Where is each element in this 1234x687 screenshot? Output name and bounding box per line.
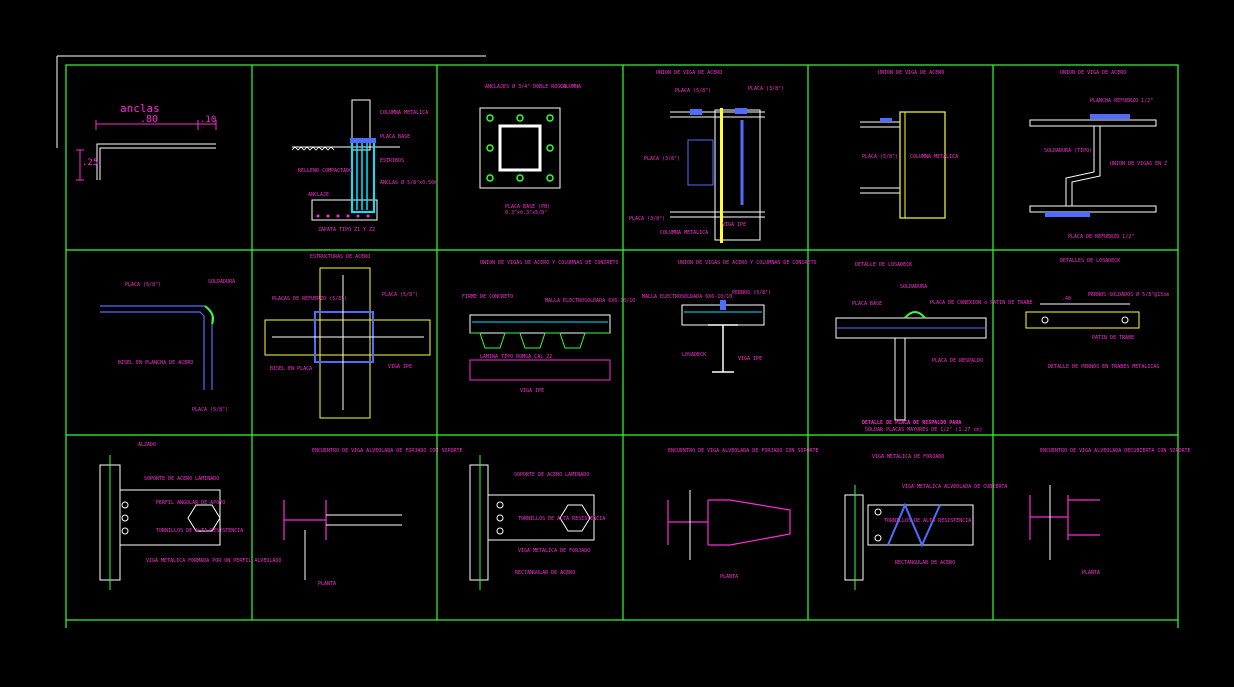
soporte-viga: VIGA METALICA DE FORJADO [518, 548, 590, 554]
soporte-tornillos: TORNILLOS DE ALTA RESISTENCIA [518, 516, 605, 522]
bisel-placa-top: PLACA (5/8") [125, 282, 161, 288]
planta3-title: ENCUENTRO DE VIGA ALVEOLADA DECUBIERTA C… [1040, 448, 1191, 454]
anclas-dim-80: .80 [140, 114, 158, 125]
detail-anclas: anclas .80 .10 .25 [76, 102, 217, 181]
planta3-label: PLANTA [1082, 570, 1100, 576]
cad-viewport[interactable]: anclas .80 .10 .25 COLUMNA METALICA PLAC… [0, 0, 1234, 683]
detail-viga-concreto-2: UNION DE VIGAS DE ACERO Y COLUMNAS DE CO… [642, 260, 816, 373]
resp-caption-2: SOLDAR PLACAS MAYORES DE 1/2" (1.27 cm) [865, 427, 982, 433]
detail-estructuras-acero: ESTRUCTURAS DE ACERO PLACAS DE REFUERZO … [264, 254, 431, 419]
detail-zapata: COLUMNA METALICA PLACA BASE ESTRIBOS REL… [291, 99, 437, 233]
alzado-viga: VIGA METALICA FORMADA POR UN PERFIL ALVE… [146, 558, 281, 564]
resp-title: DETALLE DE LOSADECK [855, 262, 912, 268]
vconc2-losadeck: LOSADECK [682, 352, 706, 358]
planta2-label: PLANTA [720, 574, 738, 580]
union1-placa-38b: PLACA (3/8") [644, 156, 680, 162]
unionz-placa: PLACA DE REFUERZO 1/2" [1068, 234, 1134, 240]
union1-placa-58: PLACA (5/8") [675, 88, 711, 94]
zapata-label-columna: COLUMNA METALICA [380, 110, 428, 116]
pernos-soldados: PERNOS SOLDADOS Ø 5/8"@15cm [1088, 291, 1169, 298]
unionz-label: UNION DE VIGAS EN Z [1110, 161, 1167, 167]
unionz-soldadura: SOLDADURA (TIPO) [1044, 148, 1092, 154]
alzado-title: ALZADO [138, 442, 156, 448]
detail-bisel-plancha: PLACA (5/8") SOLDADURA BISEL EN PLANCHA … [100, 279, 235, 413]
anclas-dim-10: .10 [200, 115, 216, 125]
detail-planta-1: ENCUENTRO DE VIGA ALVEOLADA DE FORJADO C… [283, 448, 463, 587]
bisel-bisel: BISEL EN PLANCHA DE ACERO [118, 360, 193, 366]
placa-dims: 0.3"x0.3"x5/8" [505, 210, 547, 216]
union2-columna: COLUMNA METALICA [910, 154, 958, 160]
resp-caption-1: DETALLE DE PLACA DE RESPALDO PARA [862, 420, 961, 426]
detail-viga-concreto-1: UNION DE VIGAS DE ACERO Y COLUMNAS DE CO… [462, 260, 635, 394]
estruct-title: ESTRUCTURAS DE ACERO [310, 254, 370, 260]
union1-columna: COLUMNA METALICA [660, 230, 708, 236]
union2-title: UNION DE VIGA DE ACERO [878, 70, 944, 76]
estruct-viga: VIGA IPE [388, 364, 412, 370]
estruct-refuerzo: PLACAS DE REFUERZO (5/8") [272, 296, 347, 302]
resp-soldadura: SOLDADURA [900, 284, 927, 290]
resp-respaldo: PLACA DE RESPALDO [932, 358, 983, 364]
unionz-plancha: PLANCHA REFUERZO 1/2" [1090, 98, 1153, 104]
pernos-patin: PATIN DE TRABE [1092, 335, 1134, 341]
vconc2-pernos: PERNOS (5/8") [732, 290, 771, 296]
detail-placa-respaldo: DETALLE DE LOSADECK SOLDADURA PLACA BASE… [835, 262, 1032, 433]
detail-alzado: ALZADO SOPORTE DE ACERO LAMINADO PERFIL … [99, 442, 281, 590]
placa-label-columna: COLUMNA [560, 84, 581, 90]
estruct-placa: PLACA (5/8") [382, 292, 418, 298]
vconc1-firme: FIRME DE CONCRETO [462, 294, 513, 300]
unionz-title: UNION DE VIGA DE ACERO [1060, 70, 1126, 76]
drawing-grid [65, 64, 1179, 628]
detail-placa-base: ANCLAJES Ø 3/4" DOBLE ROSCA COLUMNA PLAC… [479, 83, 581, 216]
pernos-caption: DETALLE DE PERNOS EN TRABES METALICAS [1048, 364, 1159, 370]
alzado-perfil: PERFIL ANGULAR DE APOYO [156, 500, 225, 506]
bisel-soldadura: SOLDADURA [208, 279, 235, 285]
zapata-title: ZAPATA TIPO Z1 Y Z2 [318, 227, 375, 233]
cubierta-viga-forjado: VIGA METALICA DE FORJADO [872, 454, 944, 460]
vconc1-viga: VIGA IPE [520, 388, 544, 394]
detail-planta-3: ENCUENTRO DE VIGA ALVEOLADA DECUBIERTA C… [1029, 448, 1191, 576]
detail-union-viga-1: UNION DE VIGA DE ACERO PLACA (5/8") PLAC… [629, 70, 784, 243]
detail-planta-2: ENCUENTRO DE VIGA ALVEOLADA DE FORJADO C… [667, 448, 819, 580]
resp-placa-base: PLACA BASE [852, 301, 882, 307]
resp-conexion: PLACA DE CONEXION ó PATIN DE TRABE [930, 299, 1032, 306]
zapata-label-estribos: ESTRIBOS [380, 158, 404, 164]
vconc2-viga: VIGA IPE [738, 356, 762, 362]
planta1-label: PLANTA [318, 581, 336, 587]
zapata-label-anclaje: ANCLAJE [308, 192, 329, 198]
pernos-title: DETALLES DE LOSADECK [1060, 258, 1120, 264]
vconc1-title: UNION DE VIGAS DE ACERO Y COLUMNAS DE CO… [480, 260, 618, 266]
bisel-placa-bottom: PLACA (5/8") [192, 407, 228, 413]
cad-drawing-sheet: anclas .80 .10 .25 COLUMNA METALICA PLAC… [0, 0, 1234, 683]
union1-title: UNION DE VIGA DE ACERO [656, 70, 722, 76]
union1-viga: VIGA IPE [722, 222, 746, 228]
cubierta-rectangular: RECTANGULAR DE ACERO [895, 560, 955, 566]
zapata-label-placa: PLACA BASE [380, 134, 410, 140]
zapata-label-anclas: ANCLAS Ø 5/8"x0.50m [380, 179, 437, 186]
alzado-tornillos: TORNILLOS DE ALTA RESISTENCIA [156, 528, 243, 534]
estruct-bisel: BISEL EN PLACA [270, 366, 312, 372]
placa-label-anclajes: ANCLAJES Ø 3/4" DOBLE ROSCA [485, 83, 566, 90]
zapata-label-relleno: RELLENO COMPACTADO [298, 168, 352, 174]
union2-placa: PLACA (5/8") [862, 154, 898, 160]
vconc2-malla: MALLA ELECTROSOLDADA 6X6-10/10 [642, 294, 732, 300]
detail-viga-cubierta: VIGA METALICA DE FORJADO VIGA METALICA A… [844, 454, 1007, 590]
anclas-dim-25: .25 [82, 158, 98, 168]
soporte-rectangular: RECTANGULAR DE ACERO [515, 570, 575, 576]
detail-union-viga-2: UNION DE VIGA DE ACERO PLACA (5/8") COLU… [860, 70, 958, 219]
planta2-title: ENCUENTRO DE VIGA ALVEOLADA DE FORJADO C… [668, 448, 819, 454]
detail-soporte-acero: SOPORTE DE ACERO LAMINADO TORNILLOS DE A… [469, 455, 605, 590]
detail-pernos-trabes: DETALLES DE LOSADECK .40 PERNOS SOLDADOS… [1025, 258, 1169, 370]
alzado-soporte: SOPORTE DE ACERO LAMINADO [144, 476, 219, 482]
vconc2-title: UNION DE VIGAS DE ACERO Y COLUMNAS DE CO… [678, 260, 816, 266]
union1-placa-38a: PLACA (3/8") [748, 86, 784, 92]
vconc1-malla: MALLA ELECTROSOLDADA 6X6-10/10 [545, 298, 635, 304]
planta1-title: ENCUENTRO DE VIGA ALVEOLADA DE FORJADO C… [312, 448, 463, 454]
cubierta-tornillos: TORNILLOS DE ALTA RESISTENCIA [884, 518, 971, 524]
pernos-dim: .40 [1062, 296, 1071, 302]
cubierta-viga-alveolada: VIGA METALICA ALVEOLADA DE CUBIERTA [902, 484, 1007, 490]
vconc1-lamina: LAMINA TIPO ROMSA CAL 22 [480, 354, 552, 360]
detail-union-vigas-z: UNION DE VIGA DE ACERO PLANCHA REFUERZO … [1029, 70, 1167, 240]
soporte-label: SOPORTE DE ACERO LAMINADO [514, 472, 589, 478]
union1-placa-38c: PLACA (3/8") [629, 216, 665, 222]
